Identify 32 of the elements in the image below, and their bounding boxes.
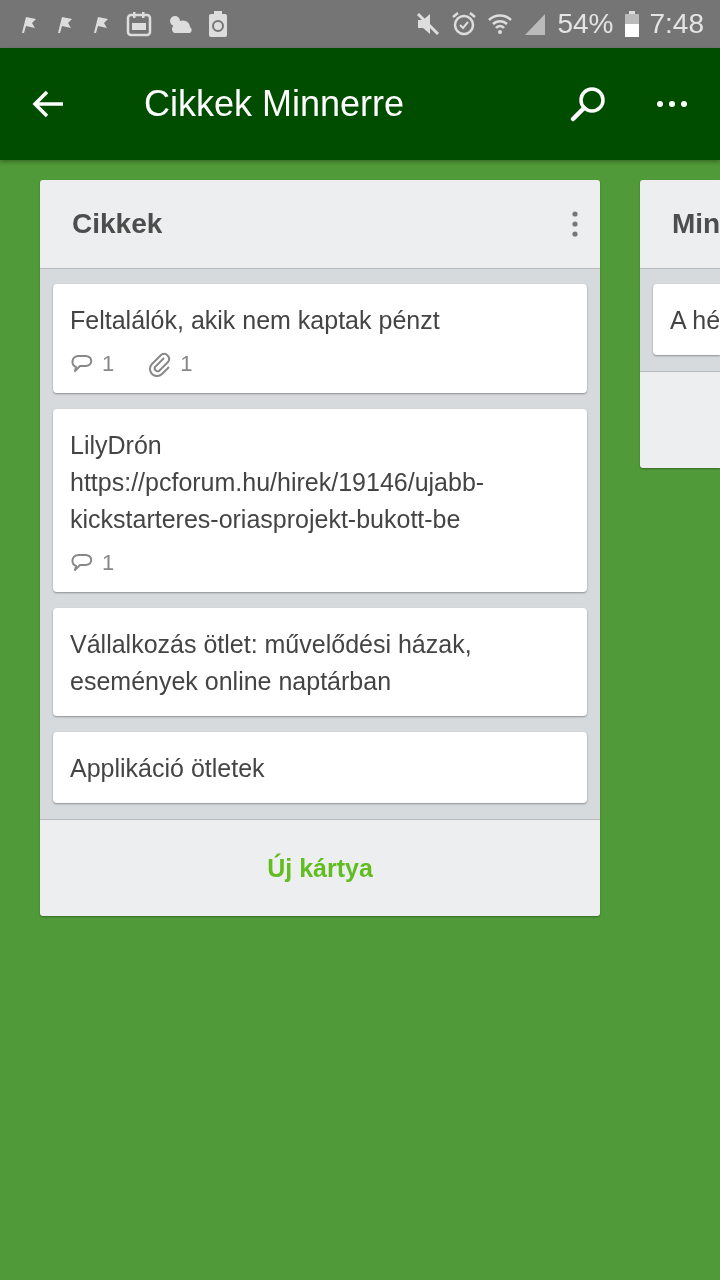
- signal-icon: [523, 12, 548, 36]
- badge-count: 1: [180, 351, 193, 377]
- calendar-icon: [126, 11, 152, 37]
- card[interactable]: Applikáció ötletek: [53, 732, 587, 803]
- comment-icon: [70, 353, 94, 375]
- badge-count: 1: [102, 351, 115, 377]
- paperclip-icon: [148, 351, 173, 377]
- battery-saver-icon: [208, 10, 228, 38]
- list-title: Min: [672, 208, 720, 240]
- board-title: Cikkek Minnerre: [143, 83, 406, 125]
- back-arrow-icon: [31, 89, 65, 119]
- card-title: Feltalálók, akik nem kaptak pénzt: [70, 305, 441, 336]
- wifi-icon: [487, 11, 514, 37]
- clock: 7:48: [649, 8, 704, 40]
- card-title: Applikáció ötletek: [70, 753, 266, 784]
- mute-icon: [415, 11, 442, 37]
- battery-percentage: 54%: [557, 8, 614, 40]
- list-title: Cikkek: [72, 208, 163, 240]
- comment-icon: [70, 552, 94, 574]
- card[interactable]: LilyDrón https://pcforum.hu/hirek/19146/ujabb-kickstarteres-oriasprojekt-bukott-be 1: [53, 409, 587, 592]
- badge-count: 1: [102, 550, 115, 576]
- search-icon: [569, 85, 607, 123]
- more-icon: [656, 100, 688, 108]
- alarm-icon: [451, 11, 478, 37]
- card-title: LilyDrón https://pcforum.hu/hirek/19146/ujabb-kickstarteres-oriasprojekt-bukott-be: [70, 430, 486, 535]
- card[interactable]: Feltalálók, akik nem kaptak pénzt 1 1: [53, 284, 587, 393]
- card-title: A hé: [670, 305, 720, 336]
- battery-icon: [623, 10, 640, 38]
- card[interactable]: A hé: [653, 284, 720, 355]
- list-menu-icon[interactable]: [572, 211, 578, 237]
- card[interactable]: Vállalkozás ötlet: művelődési házak, események online naptárban: [53, 608, 587, 716]
- card-title: Vállalkozás ötlet: művelődési házak, események online naptárban: [70, 629, 473, 697]
